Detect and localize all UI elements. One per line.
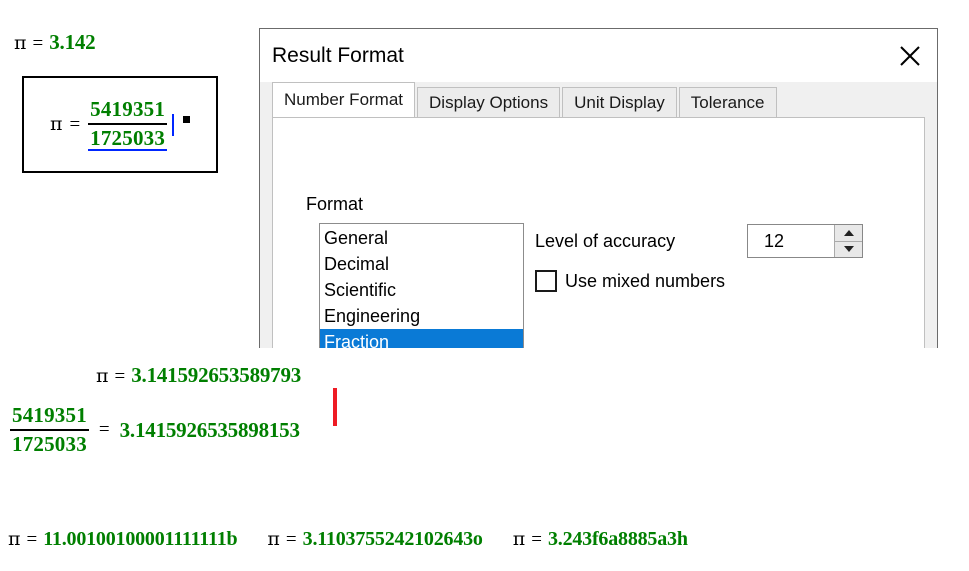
tab-display-options[interactable]: Display Options [417, 87, 561, 117]
fraction-bar [10, 429, 89, 431]
hexadecimal-result: π = 3.243f6a8885a3h [513, 528, 688, 551]
equals-sign: = [285, 529, 297, 550]
octal-result: π = 3.1103755242102643o [267, 528, 483, 551]
format-option-engineering[interactable]: Engineering [320, 303, 523, 329]
fraction-denominator: 1725033 [88, 125, 168, 151]
pi-symbol: π [49, 113, 63, 135]
octal-value: 3.1103755242102643o [302, 528, 483, 550]
equals-sign: = [26, 529, 38, 550]
pi-symbol: π [267, 528, 280, 550]
format-listbox[interactable]: General Decimal Scientific Engineering F… [319, 223, 524, 348]
stepper-decrement-icon[interactable] [835, 240, 862, 258]
equals-sign: = [69, 113, 81, 135]
format-option-decimal[interactable]: Decimal [320, 251, 523, 277]
dialog-titlebar: Result Format [260, 29, 937, 82]
level-of-accuracy-stepper[interactable]: 12 [747, 224, 863, 258]
fraction-numerator: 5419351 [90, 96, 166, 121]
comparison-exact-pi: π = 3.141592653589793 [96, 363, 301, 388]
selected-expression-region[interactable]: π = 5419351 1725033 [22, 76, 218, 173]
fraction-denominator: 1725033 [12, 432, 87, 456]
equals-sign: = [32, 33, 44, 54]
equals-sign: = [114, 366, 126, 387]
pi-symbol: π [8, 528, 21, 550]
base-conversions-row: π = 11.00100100001111111b π = 3.11037552… [8, 528, 688, 551]
result-value: 3.142 [49, 30, 96, 54]
divergence-marker [333, 388, 337, 426]
fraction-result[interactable]: 5419351 1725033 [88, 96, 168, 151]
result-format-dialog: Result Format Number Format Display Opti… [259, 28, 938, 348]
fraction-bar [88, 122, 168, 125]
equals-sign: = [531, 529, 542, 550]
use-mixed-numbers-label: Use mixed numbers [565, 270, 726, 291]
expression-left-side: π = [50, 114, 80, 136]
format-group-label: Format [306, 194, 364, 214]
binary-result: π = 11.00100100001111111b [8, 528, 238, 551]
fraction-approximation: 5419351 1725033 [10, 405, 89, 455]
number-format-tab-panel: Format General Decimal Scientific Engine… [272, 117, 925, 348]
format-option-general[interactable]: General [320, 225, 523, 251]
stepper-buttons [834, 225, 862, 257]
text-cursor [172, 113, 175, 136]
format-option-fraction[interactable]: Fraction [320, 329, 523, 348]
equals-sign: = [98, 419, 110, 440]
fraction-decimal-value: 3.1415926535898153 [119, 417, 300, 442]
dialog-title: Result Format [272, 43, 404, 67]
top-result-expression[interactable]: π = 3.142 [14, 30, 96, 55]
close-icon[interactable] [883, 29, 937, 82]
stepper-increment-icon[interactable] [835, 225, 862, 241]
format-option-scientific[interactable]: Scientific [320, 277, 523, 303]
level-of-accuracy-input[interactable]: 12 [748, 225, 834, 257]
hexadecimal-value: 3.243f6a8885a3h [547, 528, 688, 550]
dialog-tabstrip: Number Format Display Options Unit Displ… [272, 82, 925, 117]
comparison-fraction-value: 5419351 1725033 = 3.1415926535898153 [10, 405, 300, 455]
fraction-numerator: 5419351 [12, 403, 87, 427]
exact-pi-value: 3.141592653589793 [131, 363, 302, 387]
pi-symbol: π [14, 32, 27, 54]
tab-number-format[interactable]: Number Format [272, 82, 416, 117]
tab-unit-display[interactable]: Unit Display [562, 87, 677, 117]
level-of-accuracy-label: Level of accuracy [535, 230, 676, 251]
pi-symbol: π [512, 528, 526, 550]
pi-symbol: π [96, 365, 109, 387]
use-mixed-numbers-checkbox[interactable] [535, 270, 557, 292]
binary-value: 11.00100100001111111b [43, 528, 238, 550]
expression-placeholder[interactable] [183, 116, 191, 123]
level-of-accuracy-row: Level of accuracy 12 [535, 224, 863, 258]
use-mixed-numbers-row[interactable]: Use mixed numbers [535, 270, 725, 292]
tab-tolerance[interactable]: Tolerance [678, 87, 777, 117]
